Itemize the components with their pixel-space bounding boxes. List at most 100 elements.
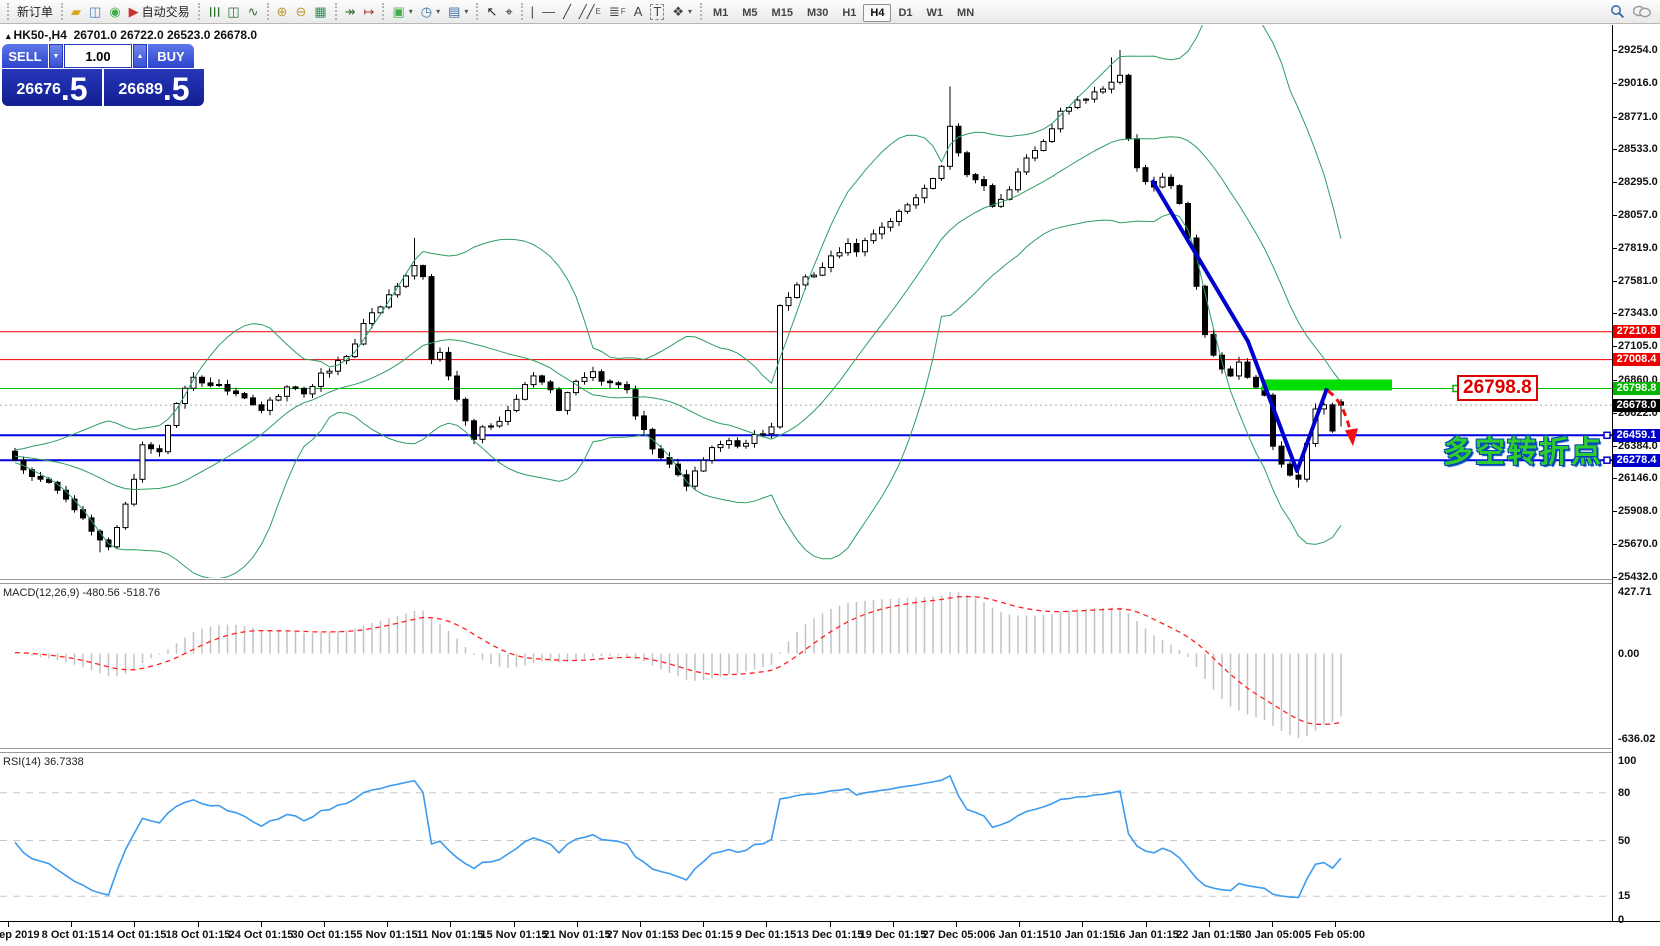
rsi-pane-surface[interactable]: [0, 753, 1612, 922]
candlestick-chart-icon[interactable]: ◫: [223, 4, 243, 20]
price-axis-label: 25670.0: [1618, 538, 1658, 550]
fibonacci-icon: ≣: [609, 5, 620, 19]
macd-pane-surface[interactable]: [0, 584, 1612, 746]
time-axis-tick: [956, 922, 957, 927]
gold-box-icon[interactable]: ▰: [67, 4, 85, 20]
auto-scroll-icon[interactable]: ↠: [341, 4, 360, 20]
time-axis-tick: [324, 922, 325, 927]
toolbar-grip: [521, 3, 523, 20]
pane-divider[interactable]: [0, 579, 1612, 584]
price-level-callout[interactable]: 26798.8: [1457, 375, 1538, 401]
line-chart-icon: ∿: [248, 5, 259, 19]
time-axis-tick: [1082, 922, 1083, 927]
macd-axis-min: -636.02: [1618, 733, 1655, 745]
autotrading-button: ▶: [129, 5, 139, 19]
trendline-icon[interactable]: ╱: [559, 4, 575, 20]
price-axis-tick: [1612, 346, 1617, 347]
toolbar-grip: [335, 3, 337, 20]
price-axis-tick: [1612, 281, 1617, 282]
price-axis-tick: [1612, 446, 1617, 447]
toolbar-grip: [7, 3, 9, 20]
signal-icon[interactable]: ◉: [105, 4, 124, 20]
auto-scroll-icon: ↠: [345, 5, 356, 19]
price-axis-tick: [1612, 511, 1617, 512]
chart-shift-icon[interactable]: ↦: [360, 4, 379, 20]
text-icon: A: [634, 5, 643, 19]
profiles-dropdown[interactable]: ◷▾: [417, 2, 444, 22]
zoom-out-icon[interactable]: ⊖: [291, 4, 310, 20]
signal-icon: ◉: [109, 5, 120, 19]
timeframe-button-MN[interactable]: MN: [950, 4, 981, 22]
chart-settings-dropdown[interactable]: ▤▾: [444, 2, 472, 22]
price-axis-tick: [1612, 182, 1617, 183]
pane-divider[interactable]: [0, 748, 1612, 753]
toolbar-grip: [198, 3, 200, 20]
turning-point-annotation[interactable]: 多空转折点: [1443, 427, 1603, 471]
main-chart-surface[interactable]: [0, 25, 1612, 578]
price-axis-label: 27343.0: [1618, 307, 1658, 319]
price-tag: 26678.0: [1613, 399, 1660, 412]
price-axis-tick: [1612, 248, 1617, 249]
new-chart-dropdown[interactable]: ▣▾: [388, 2, 416, 22]
time-axis-label: 13 Dec 01:15: [797, 929, 864, 941]
time-axis-tick: [830, 922, 831, 927]
price-tag: 27210.8: [1613, 325, 1660, 338]
text-label-icon[interactable]: T: [646, 3, 668, 21]
fibonacci-icon[interactable]: ≣F: [605, 2, 630, 22]
zoom-in-icon[interactable]: ⊕: [273, 4, 292, 20]
timeframe-button-W1[interactable]: W1: [920, 4, 951, 22]
time-axis-tick: [514, 922, 515, 927]
horizontal-line-icon: —: [542, 5, 555, 19]
tile-windows-icon[interactable]: ▦: [310, 4, 330, 20]
time-axis-label: 30 Oct 01:15: [292, 929, 357, 941]
crosshair-icon[interactable]: ⌖: [501, 4, 516, 20]
profiles-dropdown: ◷: [421, 5, 432, 19]
time-axis-tick: [71, 922, 72, 927]
time-axis-label: 18 Oct 01:15: [166, 929, 231, 941]
time-axis-label: 8 Oct 01:15: [42, 929, 101, 941]
price-tag: 26798.8: [1613, 382, 1660, 395]
time-axis-label: 5 Feb 05:00: [1305, 929, 1365, 941]
dropdown-arrow-icon: ▾: [409, 3, 413, 21]
timeframe-button-H4[interactable]: H4: [863, 4, 891, 22]
price-axis-label: 27105.0: [1618, 340, 1658, 352]
main-toolbar: 新订单▰◫◉▶自动交易☰◫∿⊕⊖▦↠↦▣▾◷▾▤▾↖⌖|—╱╱╱E≣FAT❖▾ …: [0, 0, 1660, 24]
equidistant-channel-icon[interactable]: ╱╱E: [575, 2, 605, 22]
timeframe-button-M1[interactable]: M1: [706, 4, 735, 22]
time-axis-label: 21 Nov 01:15: [543, 929, 610, 941]
autotrading-button[interactable]: ▶自动交易: [125, 2, 194, 22]
vertical-line-icon[interactable]: |: [527, 4, 538, 20]
search-icon[interactable]: [1610, 4, 1625, 19]
price-axis-tick: [1612, 413, 1617, 414]
price-axis-border: [1612, 25, 1613, 922]
cursor-icon[interactable]: ↖: [482, 4, 501, 20]
arrows-dropdown: ❖: [672, 5, 684, 19]
timeframe-button-M5[interactable]: M5: [735, 4, 764, 22]
text-icon[interactable]: A: [630, 4, 647, 20]
time-axis-tick: [703, 922, 704, 927]
line-chart-icon[interactable]: ∿: [244, 4, 263, 20]
timeframe-button-M15[interactable]: M15: [765, 4, 800, 22]
bar-chart-icon[interactable]: ☰: [204, 4, 224, 20]
chart-shift-icon: ↦: [364, 5, 375, 19]
horizontal-line-icon[interactable]: —: [538, 4, 559, 20]
time-axis-tick: [1146, 922, 1147, 927]
time-axis-label: 22 Jan 01:15: [1176, 929, 1241, 941]
price-axis-tick: [1612, 50, 1617, 51]
chart-window-icon[interactable]: ◫: [85, 4, 105, 20]
time-axis-label: 11 Nov 01:15: [417, 929, 484, 941]
price-tag: 26459.1: [1613, 429, 1660, 442]
time-axis-label: 27 Dec 05:00: [923, 929, 990, 941]
timeframe-button-D1[interactable]: D1: [891, 4, 919, 22]
arrows-dropdown[interactable]: ❖▾: [668, 2, 696, 22]
time-axis-tick: [893, 922, 894, 927]
new-order-button[interactable]: 新订单: [13, 2, 57, 22]
price-axis-tick: [1612, 577, 1617, 578]
time-axis-tick: [577, 922, 578, 927]
rsi-axis-label: 80: [1618, 787, 1630, 799]
price-axis-tick: [1612, 380, 1617, 381]
chat-icon[interactable]: [1633, 5, 1651, 19]
timeframe-button-H1[interactable]: H1: [835, 4, 863, 22]
time-axis-label: 19 Dec 01:15: [860, 929, 927, 941]
timeframe-button-M30[interactable]: M30: [800, 4, 835, 22]
